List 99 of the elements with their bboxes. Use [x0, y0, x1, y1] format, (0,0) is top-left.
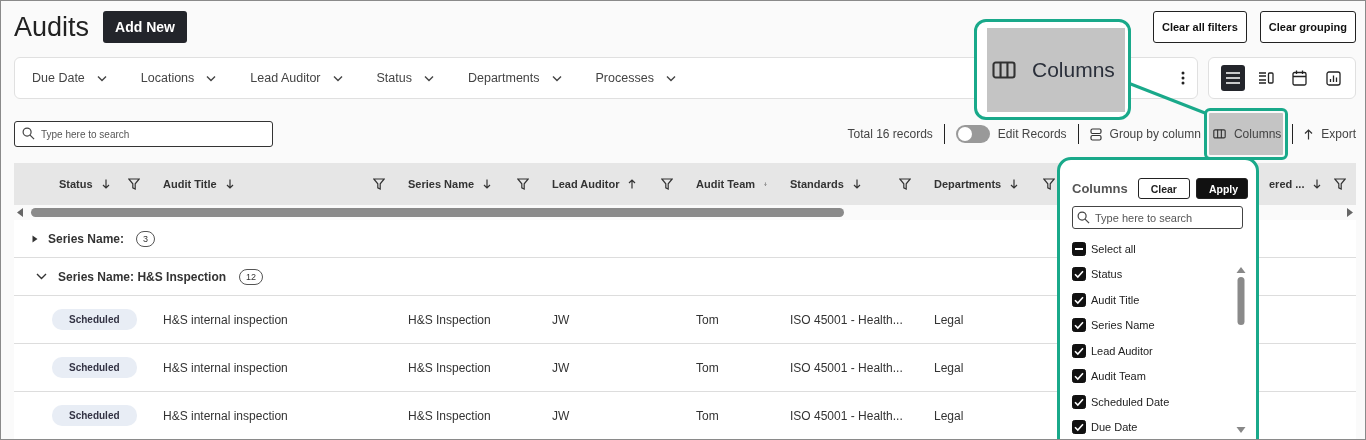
columns-icon — [1212, 129, 1226, 139]
checkbox-label: Series Name — [1091, 319, 1155, 332]
list-view-icon[interactable] — [1221, 65, 1245, 91]
search-icon — [22, 127, 35, 140]
column-header[interactable]: Series Name — [408, 178, 475, 190]
checkbox[interactable] — [1072, 343, 1086, 358]
callout-label: Columns — [1032, 58, 1115, 82]
chevron-down-icon — [551, 74, 562, 82]
arrow-down-icon[interactable] — [1010, 179, 1019, 189]
arrow-down-icon[interactable] — [852, 179, 861, 189]
checkbox-label: Due Date — [1091, 421, 1138, 434]
table-cell: H&S internal inspection — [163, 360, 288, 375]
checkbox[interactable] — [1072, 394, 1086, 409]
filter-dropdown[interactable]: Lead Auditor — [250, 71, 343, 85]
chevron-down-icon — [332, 74, 343, 82]
filter-icon[interactable] — [661, 178, 673, 190]
clear-grouping-button[interactable]: Clear grouping — [1259, 11, 1356, 43]
table-cell: Tom — [696, 408, 719, 423]
rows-icon — [1089, 127, 1102, 141]
checkbox-label: Scheduled Date — [1091, 395, 1170, 408]
table-cell: JW — [552, 408, 570, 423]
group-label: Series Name: H&S Inspection — [58, 269, 227, 284]
group-label: Series Name: — [48, 231, 125, 246]
checkbox-label: Select all — [1091, 242, 1136, 255]
filter-dropdown[interactable]: Processes — [595, 71, 676, 85]
column-header[interactable]: Audit Title — [163, 178, 217, 190]
filter-dropdown[interactable]: Departments — [467, 71, 562, 85]
checkbox-label: Audit Team — [1091, 370, 1146, 383]
arrow-up-icon[interactable] — [628, 179, 637, 189]
arrow-down-icon[interactable] — [225, 179, 234, 189]
table-cell: Legal — [934, 312, 964, 327]
filter-dropdown[interactable]: Due Date — [32, 71, 107, 85]
chevron-down-icon — [206, 74, 217, 82]
chevron-down-icon — [96, 74, 107, 82]
checkbox[interactable] — [1072, 292, 1086, 307]
table-cell: H&S Inspection — [408, 312, 491, 327]
apply-button[interactable]: Apply — [1195, 178, 1248, 199]
clear-button[interactable]: Clear — [1137, 178, 1190, 199]
table-cell: Tom — [696, 360, 719, 375]
chevron-down-icon — [665, 74, 676, 82]
table-cell: H&S internal inspection — [163, 312, 288, 327]
table-cell: ISO 45001 - Health... — [790, 360, 903, 375]
filter-icon[interactable] — [128, 178, 140, 190]
filter-icon[interactable] — [1334, 178, 1346, 190]
table-cell: ISO 45001 - Health... — [790, 408, 903, 423]
status-badge: Scheduled — [52, 309, 137, 330]
filter-icon[interactable] — [899, 178, 911, 190]
table-cell: H&S Inspection — [408, 360, 491, 375]
checkbox-label: Audit Title — [1091, 293, 1140, 306]
clear-filters-button[interactable]: Clear all filters — [1152, 11, 1247, 43]
table-cell: JW — [552, 360, 570, 375]
filter-icon[interactable] — [373, 178, 385, 190]
export-button[interactable]: Export — [1304, 127, 1356, 141]
arrow-down-icon[interactable] — [1313, 179, 1322, 189]
filter-icon[interactable] — [517, 178, 529, 190]
checkbox-label: Lead Auditor — [1091, 344, 1153, 357]
column-header[interactable]: Standards — [790, 178, 844, 190]
checkbox[interactable] — [1072, 369, 1086, 384]
group-by-column-button[interactable]: Group by column — [1089, 127, 1201, 141]
arrow-down-icon[interactable] — [101, 179, 110, 189]
checkbox[interactable] — [1072, 267, 1086, 282]
table-cell: ISO 45001 - Health... — [790, 312, 903, 327]
toggle-switch[interactable] — [955, 125, 990, 143]
search-field[interactable]: Type here to search — [14, 121, 273, 147]
add-new-button[interactable]: Add New — [103, 11, 187, 43]
columns-icon — [992, 61, 1016, 79]
checkbox[interactable] — [1072, 420, 1086, 435]
table-cell: JW — [552, 312, 570, 327]
toggle-label: Edit Records — [997, 127, 1067, 141]
table-cell: Legal — [934, 360, 964, 375]
arrow-up-icon — [1304, 128, 1314, 140]
column-header[interactable]: ered ... — [1269, 178, 1305, 190]
page-title: Audits — [14, 11, 90, 43]
checkbox[interactable] — [1072, 318, 1086, 333]
column-header[interactable]: Audit Team — [696, 178, 756, 190]
checkbox-label: Status — [1091, 268, 1123, 281]
table-cell: Tom — [696, 312, 719, 327]
panel-title: Columns — [1072, 181, 1128, 196]
table-cell: H&S internal inspection — [163, 408, 288, 423]
filter-dropdown[interactable]: Status — [376, 71, 434, 85]
status-badge: Scheduled — [52, 405, 137, 426]
chevron-down-icon[interactable] — [36, 273, 47, 280]
vertical-scrollbar[interactable] — [1236, 265, 1246, 434]
filter-dropdown[interactable]: Locations — [140, 71, 217, 85]
arrow-down-icon[interactable] — [483, 179, 492, 189]
column-header[interactable]: Lead Auditor — [552, 178, 620, 190]
more-options-icon[interactable] — [1181, 71, 1185, 85]
table-cell: H&S Inspection — [408, 408, 491, 423]
caret-right-icon[interactable] — [32, 234, 38, 243]
column-header[interactable]: Status — [59, 178, 93, 190]
chevron-down-icon — [423, 74, 434, 82]
search-field[interactable]: Type here to search — [1072, 206, 1243, 229]
record-count: Total 16 records — [847, 127, 933, 141]
column-header[interactable]: Departments — [934, 178, 1002, 190]
search-icon — [1077, 211, 1090, 224]
status-badge: Scheduled — [52, 357, 137, 378]
table-cell: Legal — [934, 408, 964, 423]
filter-icon[interactable] — [1043, 178, 1055, 190]
checkbox[interactable] — [1072, 241, 1086, 256]
